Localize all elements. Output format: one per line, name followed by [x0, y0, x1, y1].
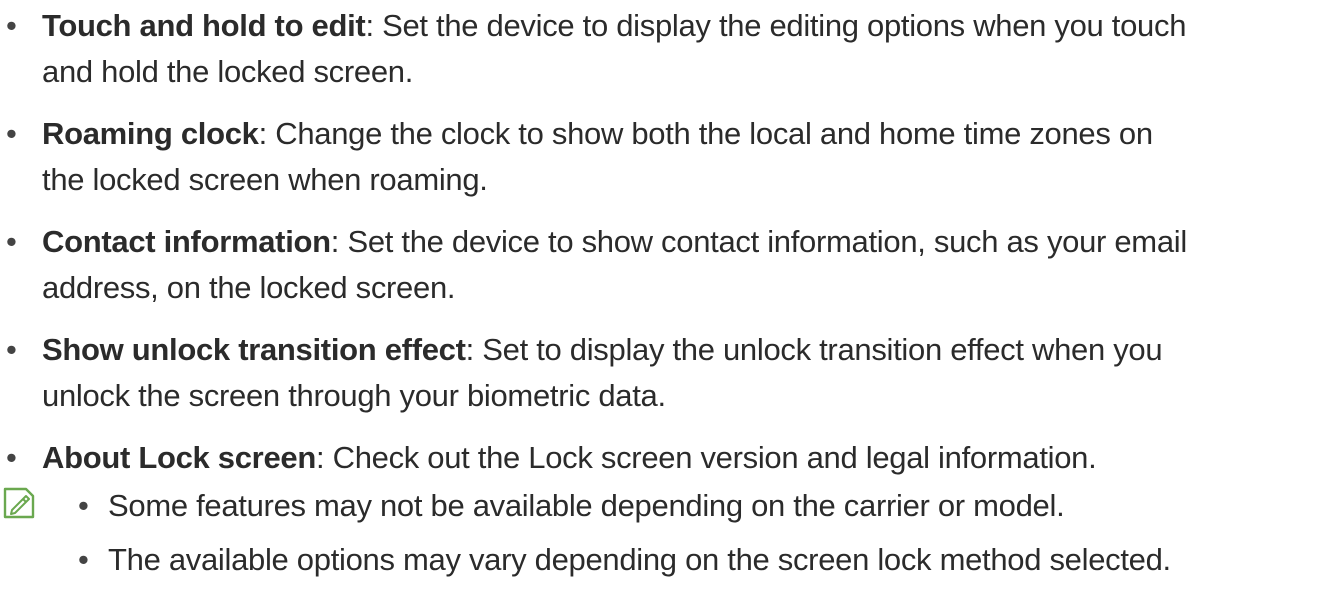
bullet: • — [6, 440, 17, 475]
bullet: • — [78, 542, 89, 577]
description: Set the device to display the editing op… — [382, 8, 1187, 43]
description-continued: and hold the locked screen. — [42, 54, 414, 89]
list-item-text-continued: address, on the locked screen. — [42, 268, 1332, 308]
description-continued: the locked screen when roaming. — [42, 162, 488, 197]
description: Check out the Lock screen version and le… — [332, 440, 1097, 475]
term: About Lock screen — [42, 440, 316, 475]
list-item-text: Roaming clock: Change the clock to show … — [42, 116, 1153, 151]
bullet: • — [6, 332, 17, 367]
list-item-text: About Lock screen: Check out the Lock sc… — [42, 440, 1097, 475]
description: Set the device to show contact informati… — [347, 224, 1187, 259]
description-continued: address, on the locked screen. — [42, 270, 456, 305]
list-item-text-continued: unlock the screen through your biometric… — [42, 376, 1332, 416]
list-item-text: Touch and hold to edit: Set the device t… — [42, 8, 1187, 43]
bullet: • — [6, 224, 17, 259]
list-item-text-continued: and hold the locked screen. — [42, 52, 1332, 92]
description: Change the clock to show both the local … — [275, 116, 1153, 151]
note-pencil-icon — [3, 487, 35, 519]
list-item-text: Contact information: Set the device to s… — [42, 224, 1187, 259]
term: Contact information — [42, 224, 331, 259]
description-continued: unlock the screen through your biometric… — [42, 378, 666, 413]
description: Set to display the unlock transition eff… — [482, 332, 1163, 367]
term: Roaming clock — [42, 116, 259, 151]
term: Show unlock transition effect — [42, 332, 466, 367]
bullet: • — [6, 116, 17, 151]
list-item-text-continued: the locked screen when roaming. — [42, 160, 1332, 200]
note-text: The available options may vary depending… — [108, 542, 1171, 577]
term: Touch and hold to edit — [42, 8, 366, 43]
bullet: • — [6, 8, 17, 43]
bullet: • — [78, 488, 89, 523]
list-item-text: Show unlock transition effect: Set to di… — [42, 332, 1163, 367]
note-text: Some features may not be available depen… — [108, 488, 1065, 523]
document-page: • Touch and hold to edit: Set the device… — [0, 0, 1339, 592]
